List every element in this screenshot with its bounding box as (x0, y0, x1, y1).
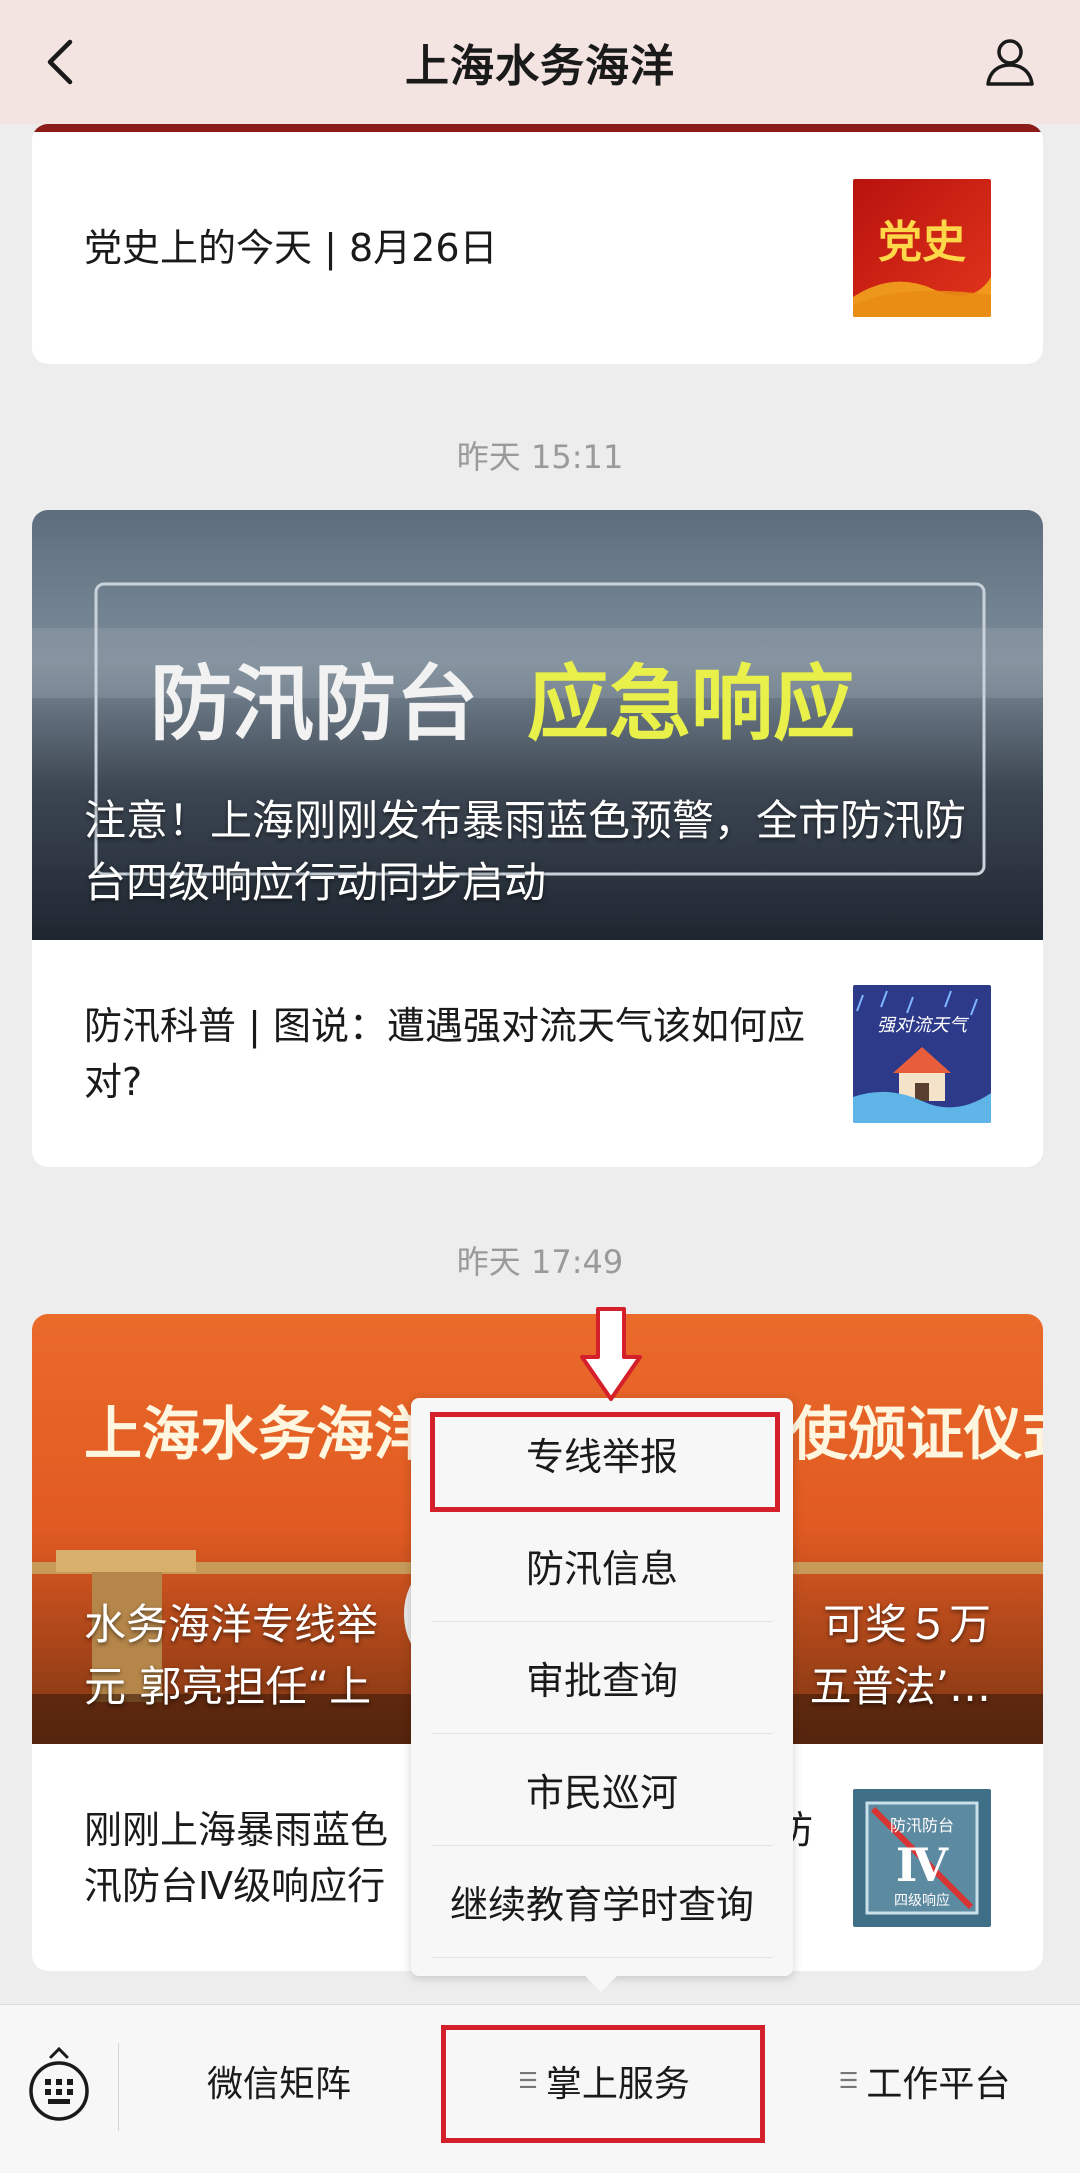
annotation-highlight-menu-item (430, 1412, 780, 1512)
article-title-line2: 汛防台Ⅳ级响应行 (84, 1863, 386, 1908)
timestamp: 昨天 17:49 (456, 1243, 624, 1281)
timestamp: 昨天 15:11 (456, 438, 624, 476)
annotation-arrow-icon (580, 1307, 642, 1401)
hero-caption-line1-left: 水务海洋专线举 (84, 1600, 379, 1649)
menu-tab-label: 工作平台 (866, 2064, 1011, 2105)
menu-tab-work-platform[interactable]: ☰ 工作平台 (769, 2005, 1080, 2157)
menu-tab-wechat-matrix[interactable]: 微信矩阵 (119, 2005, 439, 2157)
article-thumbnail: 党史 (853, 179, 991, 317)
article-thumbnail: 强对流天气 (853, 984, 991, 1123)
menu-tab-label: 微信矩阵 (206, 2064, 351, 2105)
hero-caption-line2-left: 元 郭亮担任“上 (84, 1662, 372, 1711)
back-arrow-icon[interactable] (30, 30, 94, 94)
hero-caption-line2-right: 五普法’… (809, 1662, 991, 1711)
thumb-label-mid: Ⅳ (896, 1838, 949, 1892)
thumb-label-top: 防汛防台 (890, 1816, 954, 1835)
list-item[interactable]: 党史上的今天 | 8月26日 党史 (32, 132, 1043, 364)
nav-header: 上海水务海洋 (0, 0, 1080, 124)
article-card-1[interactable]: 党史上的今天 | 8月26日 党史 (32, 124, 1043, 364)
submenu-icon: ☰ (838, 2068, 859, 2094)
article-title: 党史上的今天 | 8月26日 (84, 226, 498, 270)
hero-caption-line1-right: 可奖５万 (822, 1600, 991, 1649)
keyboard-toggle-icon[interactable] (26, 2045, 92, 2121)
thumb-label: 党史 (878, 217, 966, 268)
user-profile-icon[interactable] (980, 32, 1040, 92)
list-item[interactable]: 防汛科普 | 图说：遭遇强对流天气该如何应对? 强对流天气 (32, 940, 1043, 1167)
page-title: 上海水务海洋 (405, 41, 675, 92)
thumb-label-bottom: 四级响应 (894, 1892, 950, 1909)
article-card-2[interactable]: 防汛防台 应急响应 注意！上海刚刚发布暴雨蓝色预警，全市防汛防台四级响应行动同步… (32, 510, 1043, 1167)
popup-pointer (583, 1974, 619, 1992)
menu-item-flood-info[interactable]: 防汛信息 (431, 1510, 773, 1622)
card-top-strip (32, 124, 1043, 132)
article-title-line1-left: 刚刚上海暴雨蓝色 (84, 1807, 389, 1852)
hero-banner-right: 应急响应 (527, 657, 855, 752)
thumb-label: 强对流天气 (877, 1015, 969, 1036)
hero-banner-left: 防汛防台 (150, 657, 478, 752)
article-title: 防汛科普 | 图说：遭遇强对流天气该如何应对? (84, 1003, 805, 1104)
menu-item-approval-query[interactable]: 审批查询 (431, 1622, 773, 1734)
menu-item-education-hours[interactable]: 继续教育学时查询 (431, 1846, 773, 1958)
annotation-highlight-menu-tab (441, 2025, 765, 2143)
menu-item-river-patrol[interactable]: 市民巡河 (431, 1734, 773, 1846)
hero-caption: 注意！上海刚刚发布暴雨蓝色预警，全市防汛防台四级响应行动同步启动 (84, 796, 967, 907)
hero-image[interactable]: 防汛防台 应急响应 注意！上海刚刚发布暴雨蓝色预警，全市防汛防台四级响应行动同步… (32, 510, 1043, 940)
article-thumbnail: 防汛防台 Ⅳ 四级响应 (853, 1788, 991, 1927)
